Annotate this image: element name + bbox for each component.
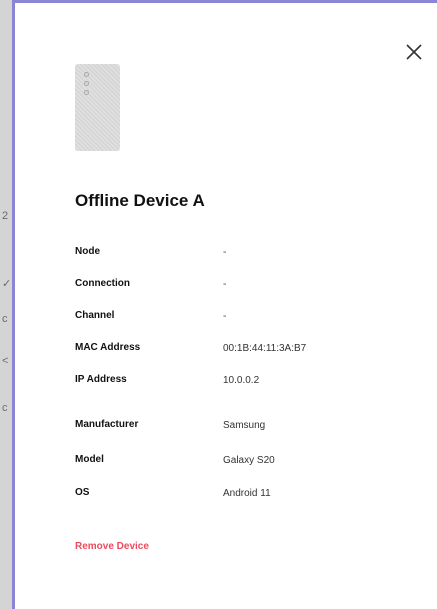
device-title: Offline Device A: [75, 191, 205, 210]
property-label: IP Address: [75, 374, 127, 385]
thumb-dot: [84, 81, 89, 86]
backdrop-glyph: 2: [2, 210, 9, 222]
property-row-ip-address: IP Address 10.0.0.2: [75, 374, 405, 390]
property-value: -: [223, 279, 227, 290]
property-value: 10.0.0.2: [223, 375, 260, 386]
property-label: Manufacturer: [75, 419, 139, 430]
property-row-node: Node -: [75, 246, 405, 262]
property-value: 00:1B:44:11:3A:B7: [223, 343, 307, 354]
property-value: -: [223, 247, 227, 258]
property-label: MAC Address: [75, 342, 141, 353]
property-label: Node: [75, 246, 100, 257]
thumb-dot: [84, 72, 89, 77]
property-value: Android 11: [223, 488, 271, 499]
device-details-modal: Offline Device A Node - Connection - Cha…: [12, 0, 437, 609]
close-button[interactable]: [403, 41, 425, 63]
property-label: OS: [75, 487, 90, 498]
property-row-manufacturer: Manufacturer Samsung: [75, 419, 405, 435]
backdrop-glyph: c: [2, 313, 8, 325]
backdrop-glyph: c: [2, 402, 8, 414]
backdrop-glyph: <: [2, 355, 9, 367]
property-value: Samsung: [223, 420, 266, 431]
close-icon: [406, 44, 422, 60]
property-value: -: [223, 311, 227, 322]
property-row-mac-address: MAC Address 00:1B:44:11:3A:B7: [75, 342, 405, 358]
property-row-connection: Connection -: [75, 278, 405, 294]
backdrop-glyph: ✓: [2, 278, 12, 290]
property-row-channel: Channel -: [75, 310, 405, 326]
property-row-os: OS Android 11: [75, 487, 405, 503]
phone-icon: [75, 64, 120, 151]
property-label: Connection: [75, 278, 130, 289]
property-value: Galaxy S20: [223, 455, 275, 466]
property-label: Model: [75, 454, 104, 465]
remove-device-button[interactable]: Remove Device: [75, 541, 149, 552]
property-row-model: Model Galaxy S20: [75, 454, 405, 470]
thumb-dot: [84, 90, 89, 95]
property-label: Channel: [75, 310, 115, 321]
